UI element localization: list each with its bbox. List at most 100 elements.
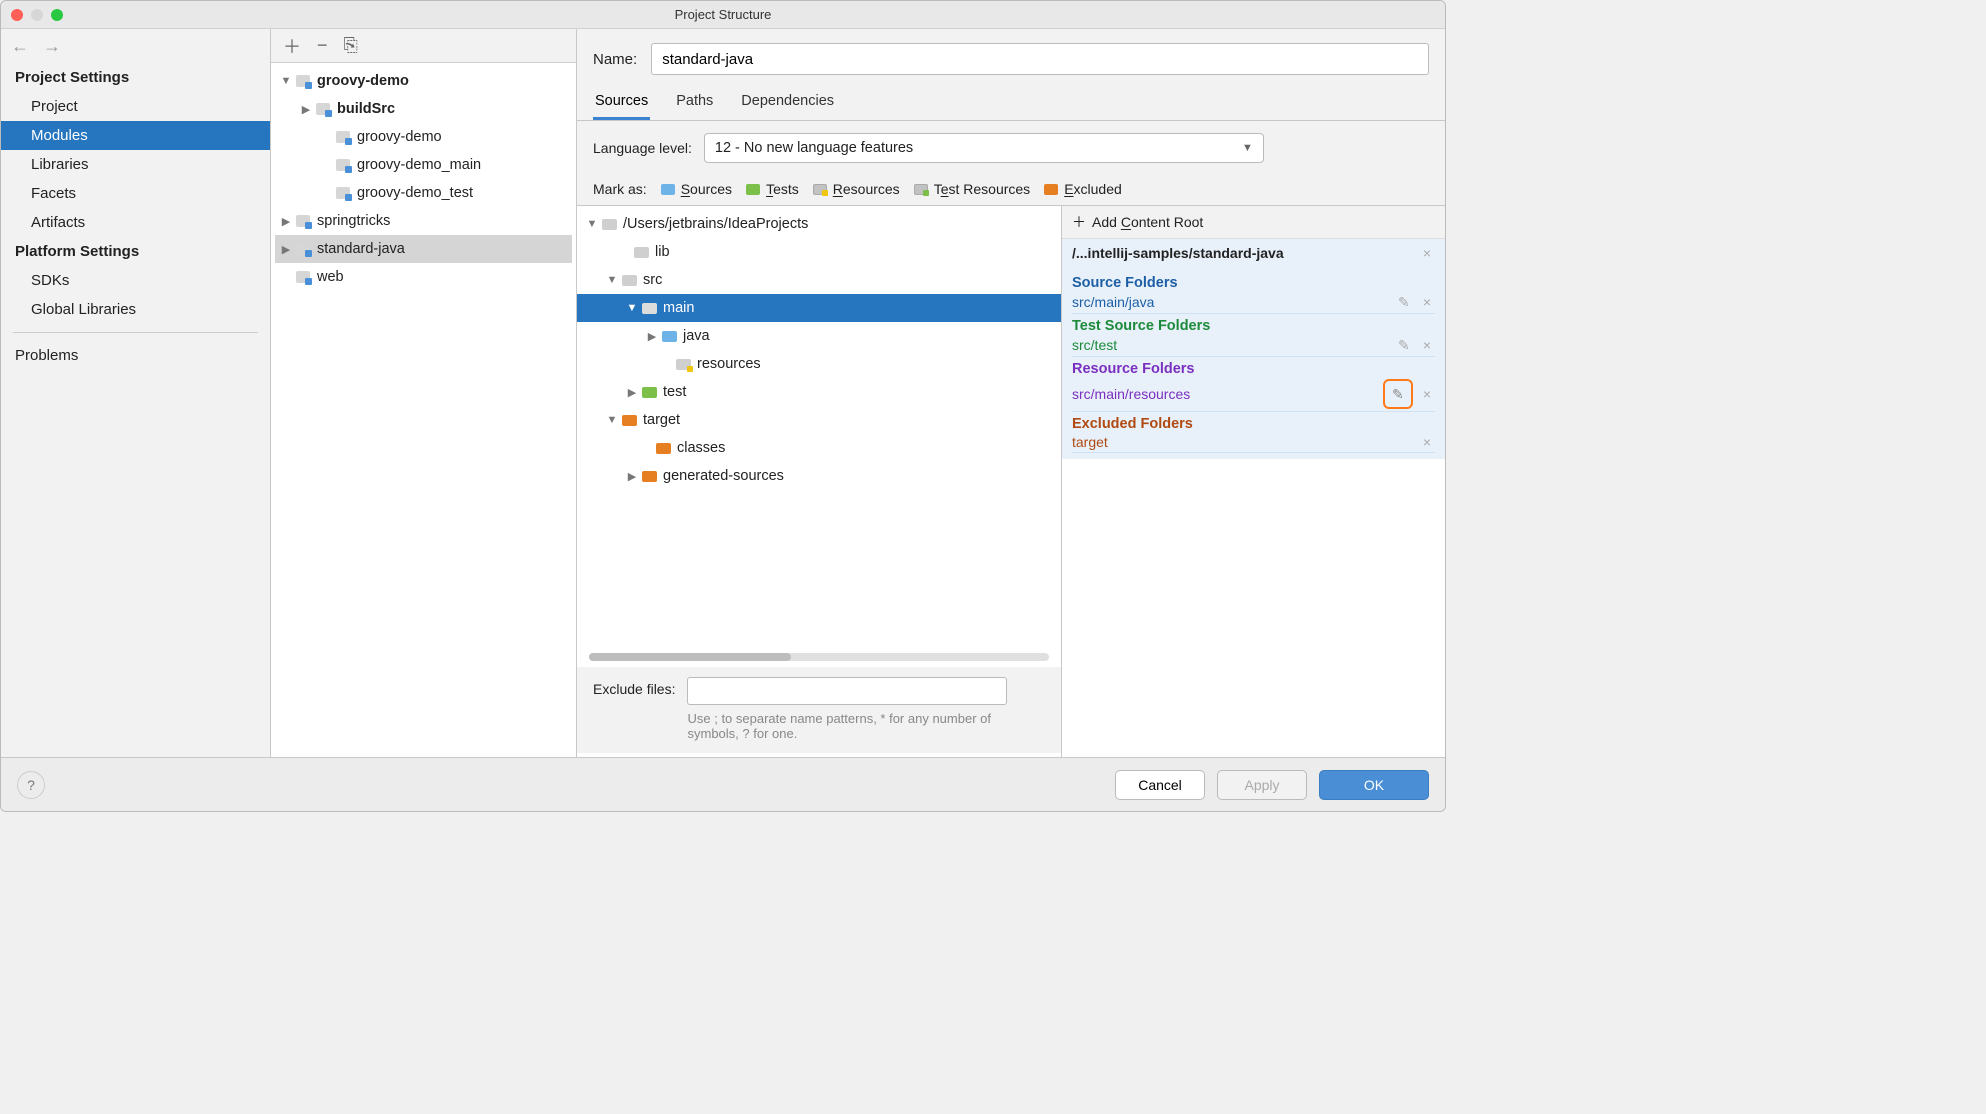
help-button[interactable]: ?	[17, 771, 45, 799]
resource-folder-path[interactable]: src/main/resources	[1072, 386, 1190, 402]
chevron-right-icon[interactable]: ▶	[625, 386, 639, 399]
exclude-files-input[interactable]	[687, 677, 1007, 705]
forward-icon: →	[43, 36, 61, 57]
language-level-select[interactable]: 12 - No new language features ▼	[704, 133, 1264, 163]
chevron-right-icon[interactable]: ▶	[645, 330, 659, 343]
module-name-input[interactable]	[651, 43, 1429, 75]
module-groovy-demo-main[interactable]: groovy-demo_main	[275, 151, 572, 179]
remove-icon[interactable]: ×	[1419, 294, 1435, 310]
mark-resources[interactable]: Resources	[813, 181, 900, 197]
src-main[interactable]: ▼ main	[577, 294, 1061, 322]
remove-icon[interactable]: ×	[1419, 337, 1435, 353]
chevron-down-icon: ▼	[1242, 142, 1253, 154]
module-label: groovy-demo_test	[357, 185, 473, 201]
mark-sources[interactable]: Sources	[661, 181, 732, 197]
excluded-folder-icon	[656, 443, 671, 454]
modules-tree: ▼groovy-demo ▶buildSrc groovy-demo groov…	[271, 63, 576, 757]
source-folders-title: Source Folders	[1072, 275, 1435, 291]
src-src[interactable]: ▼ src	[577, 266, 1061, 294]
sidebar-item-modules[interactable]: Modules	[1, 121, 270, 150]
chevron-right-icon[interactable]: ▶	[279, 215, 293, 228]
chevron-down-icon[interactable]: ▼	[605, 414, 619, 426]
source-folder-path[interactable]: src/main/java	[1072, 294, 1154, 310]
ok-button[interactable]: OK	[1319, 770, 1429, 800]
test-folder-icon	[642, 387, 657, 398]
src-target[interactable]: ▼ target	[577, 406, 1061, 434]
chevron-down-icon[interactable]: ▼	[585, 218, 599, 230]
folder-label: src	[643, 272, 662, 288]
source-folder-icon	[662, 331, 677, 342]
src-java[interactable]: ▶java	[577, 322, 1061, 350]
remove-icon[interactable]: ×	[1419, 434, 1435, 450]
cancel-button[interactable]: Cancel	[1115, 770, 1205, 800]
apply-button: Apply	[1217, 770, 1307, 800]
folder-icon	[634, 247, 649, 258]
edit-icon[interactable]: ✎	[1383, 379, 1413, 409]
sidebar-item-facets[interactable]: Facets	[1, 179, 270, 208]
module-groovy-demo[interactable]: ▼groovy-demo	[275, 67, 572, 95]
add-module-icon[interactable]: ＋	[283, 33, 301, 59]
folder-label: target	[643, 412, 680, 428]
sidebar-item-sdks[interactable]: SDKs	[1, 266, 270, 295]
module-icon	[336, 159, 350, 171]
sidebar-item-artifacts[interactable]: Artifacts	[1, 208, 270, 237]
sidebar-item-global-libraries[interactable]: Global Libraries	[1, 295, 270, 324]
excluded-folders-title: Excluded Folders	[1072, 416, 1435, 432]
content-root-path[interactable]: /...intellij-samples/standard-java ×	[1062, 239, 1445, 267]
module-groovy-demo-test[interactable]: groovy-demo_test	[275, 179, 572, 207]
sidebar-item-project[interactable]: Project	[1, 92, 270, 121]
tab-dependencies[interactable]: Dependencies	[739, 85, 836, 120]
chevron-down-icon[interactable]: ▼	[625, 302, 639, 314]
folder-label: classes	[677, 440, 725, 456]
mark-test-resources[interactable]: Test Resources	[914, 181, 1031, 197]
chevron-right-icon[interactable]: ▶	[299, 103, 313, 116]
module-icon	[336, 187, 350, 199]
chevron-down-icon[interactable]: ▼	[279, 75, 293, 87]
chevron-right-icon[interactable]: ▶	[625, 470, 639, 483]
folder-icon	[622, 275, 637, 286]
folder-label: main	[663, 300, 694, 316]
excluded-folder-icon	[642, 471, 657, 482]
resource-folders-title: Resource Folders	[1072, 361, 1435, 377]
module-standard-java[interactable]: ▶standard-java	[275, 235, 572, 263]
excluded-folder-path[interactable]: target	[1072, 434, 1108, 450]
module-icon	[296, 75, 310, 87]
src-resources[interactable]: resources	[577, 350, 1061, 378]
content-root-label: /...intellij-samples/standard-java	[1072, 245, 1284, 261]
chevron-right-icon[interactable]: ▶	[279, 243, 293, 256]
remove-root-icon[interactable]: ×	[1419, 245, 1435, 261]
chevron-down-icon[interactable]: ▼	[605, 274, 619, 286]
tab-paths[interactable]: Paths	[674, 85, 715, 120]
src-generated[interactable]: ▶generated-sources	[577, 462, 1061, 490]
folder-label: resources	[697, 356, 761, 372]
nav-history: ← →	[1, 29, 270, 63]
src-root[interactable]: ▼/Users/jetbrains/IdeaProjects	[577, 210, 1061, 238]
src-lib[interactable]: lib	[577, 238, 1061, 266]
name-label: Name:	[593, 51, 637, 68]
edit-icon[interactable]: ✎	[1395, 293, 1413, 311]
module-buildsrc[interactable]: ▶buildSrc	[275, 95, 572, 123]
exclude-files-help: Use ; to separate name patterns, * for a…	[687, 711, 1007, 741]
module-groovy-demo-sub[interactable]: groovy-demo	[275, 123, 572, 151]
back-icon[interactable]: ←	[11, 36, 29, 57]
test-folder-path[interactable]: src/test	[1072, 337, 1117, 353]
mark-as-label: Mark as:	[593, 181, 647, 197]
add-content-root[interactable]: ＋Add Content Root	[1062, 206, 1445, 239]
copy-module-icon[interactable]: ⎘	[344, 35, 358, 56]
remove-icon[interactable]: ×	[1419, 386, 1435, 402]
tab-sources[interactable]: Sources	[593, 85, 650, 120]
mark-tests[interactable]: Tests	[746, 181, 799, 197]
folder-icon	[602, 219, 617, 230]
separator	[13, 332, 258, 333]
src-test[interactable]: ▶test	[577, 378, 1061, 406]
sidebar-item-libraries[interactable]: Libraries	[1, 150, 270, 179]
module-web[interactable]: web	[275, 263, 572, 291]
remove-module-icon[interactable]: −	[317, 35, 328, 56]
src-classes[interactable]: classes	[577, 434, 1061, 462]
sidebar-item-problems[interactable]: Problems	[1, 341, 270, 370]
module-springtricks[interactable]: ▶springtricks	[275, 207, 572, 235]
module-icon	[296, 243, 310, 255]
edit-icon[interactable]: ✎	[1395, 336, 1413, 354]
mark-excluded[interactable]: Excluded	[1044, 181, 1122, 197]
horizontal-scrollbar[interactable]	[589, 653, 1049, 661]
